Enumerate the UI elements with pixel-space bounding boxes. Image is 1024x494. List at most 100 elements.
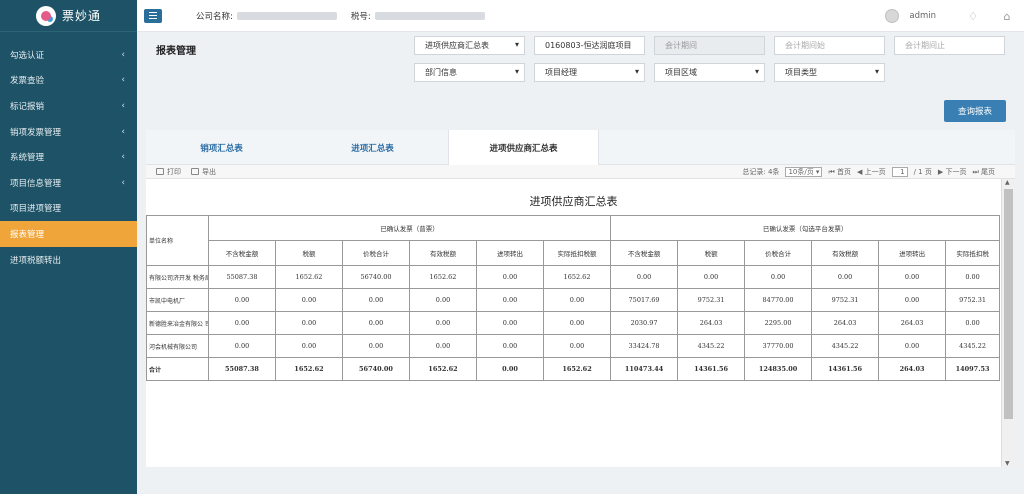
value-cell: 0.00: [476, 288, 544, 312]
report-table: 单位名称 已确认发票（普票） 已确认发票（勾选平台发票） 不含税金额 税额 价税合计…: [146, 215, 1001, 381]
value-cell: 37770.00: [744, 334, 813, 358]
group-header-platform: 已确认发票（勾选平台发票）: [610, 215, 1001, 241]
report-view: 进项供应商汇总表 单位名称 已确认发票（普票） 已确认发票（勾选平台发票） 不含…: [146, 179, 1001, 467]
dept-select[interactable]: 部门信息: [414, 63, 525, 82]
value-cell: 0.00: [208, 288, 276, 312]
report-type-select[interactable]: 进项供应商汇总表: [414, 36, 525, 55]
sidebar-item[interactable]: 销项发票管理 ‹: [0, 119, 137, 145]
value-cell: 0.00: [878, 288, 947, 312]
topbar: 公司名称: 税号: admin ♢ ⌂: [137, 0, 1024, 32]
value-cell: 1652.62: [409, 265, 477, 289]
scroll-up-icon[interactable]: ▲: [1005, 179, 1010, 186]
table-row: 河会机械有限公司 0.00 0.00 0.00 0.00 0.00 0.00 33424.78…: [146, 334, 1001, 358]
prev-page-button[interactable]: ◀ 上一页: [857, 167, 886, 177]
sidebar-item[interactable]: 发票查验 ‹: [0, 68, 137, 94]
page-size-select[interactable]: 10条/页 ▾: [785, 167, 823, 177]
sidebar: 票妙通 勾选认证 ‹ 发票查验 ‹ 标记报销 ‹ 销项发票管理 ‹ 系统管理 ‹ 项目信息管理 ‹ 项目…: [0, 0, 137, 494]
column-header: 税额: [275, 240, 343, 266]
value-cell: 4345.22: [677, 334, 746, 358]
next-page-button[interactable]: ▶ 下一页: [938, 167, 967, 177]
unit-name-cell: 合计: [146, 357, 209, 381]
column-header: 价税合计: [342, 240, 410, 266]
chevron-left-icon: ‹: [121, 152, 125, 163]
report-tabs: 销项汇总表 进项汇总表 进项供应商汇总表: [146, 130, 1015, 166]
export-button[interactable]: 导出: [191, 167, 216, 177]
sidebar-item-label: 勾选认证: [10, 50, 45, 61]
query-report-button[interactable]: 查询报表: [944, 100, 1006, 122]
value-cell: 1652.62: [542, 357, 612, 381]
manager-select[interactable]: 项目经理: [534, 63, 645, 82]
value-cell: 14361.56: [677, 357, 746, 381]
value-cell: 14097.53: [945, 357, 1001, 381]
total-records: 总记录: 4条: [742, 168, 780, 176]
sidebar-item[interactable]: 标记报销 ‹: [0, 93, 137, 119]
report-tab[interactable]: 进项供应商汇总表: [448, 130, 599, 166]
chevron-left-icon: ‹: [121, 126, 125, 137]
value-cell: 9752.31: [811, 288, 880, 312]
logo-icon: [36, 5, 56, 26]
table-row: 有限公司济开发 税务局（9）55087.381652.6256740.00165…: [146, 265, 1001, 289]
value-cell: 264.03: [677, 311, 746, 335]
sidebar-item[interactable]: 系统管理 ‹: [0, 144, 137, 170]
value-cell: 0.00: [476, 334, 544, 358]
value-cell: 33424.78: [610, 334, 679, 358]
chevron-left-icon: ‹: [121, 100, 125, 111]
value-cell: 124835.00: [744, 357, 813, 381]
report-tab[interactable]: 进项汇总表: [297, 130, 448, 165]
value-cell: 9752.31: [945, 288, 1001, 312]
value-cell: 0.00: [945, 311, 1001, 335]
value-cell: 0.00: [542, 311, 612, 335]
username[interactable]: admin: [909, 11, 936, 21]
sidebar-item[interactable]: 项目进项管理: [0, 196, 137, 222]
project-input[interactable]: 0160803-恒达润庭项目: [534, 36, 645, 55]
sidebar-item[interactable]: 项目信息管理 ‹: [0, 170, 137, 196]
period-end-input[interactable]: 会计期间止: [894, 36, 1005, 55]
report-toolbar: 打印 导出 总记录: 4条 10条/页 ▾ ⏮ 首页 ◀ 上一页 1 / 1 页…: [146, 165, 1015, 179]
value-cell: 0.00: [342, 288, 410, 312]
last-page-button[interactable]: ⏭ 尾页: [972, 167, 995, 177]
logo: 票妙通: [0, 0, 137, 32]
home-icon[interactable]: ⌂: [1000, 9, 1014, 23]
pager: 总记录: 4条 10条/页 ▾ ⏮ 首页 ◀ 上一页 1 / 1 页 ▶ 下一页…: [742, 165, 995, 179]
print-button[interactable]: 打印: [156, 167, 181, 177]
value-cell: 0.00: [811, 265, 880, 289]
column-header: 价税合计: [744, 240, 813, 266]
page-number-input[interactable]: 1: [891, 167, 908, 177]
company-label: 公司名称:: [196, 11, 233, 22]
sidebar-item[interactable]: 进项税额转出: [0, 247, 137, 273]
menu-toggle-button[interactable]: [144, 8, 162, 23]
unit-name-cell: 河会机械有限公司: [146, 334, 209, 358]
project-type-select[interactable]: 项目类型: [774, 63, 885, 82]
sidebar-nav: 勾选认证 ‹ 发票查验 ‹ 标记报销 ‹ 销项发票管理 ‹ 系统管理 ‹ 项目信息管理 ‹ 项目进项管理…: [0, 42, 137, 272]
value-cell: 2030.97: [610, 311, 679, 335]
bell-icon[interactable]: ♢: [966, 9, 980, 23]
value-cell: 1652.62: [275, 357, 343, 381]
value-cell: 0.00: [476, 265, 544, 289]
scroll-thumb[interactable]: [1004, 189, 1013, 419]
sidebar-item-label: 报表管理: [10, 229, 45, 240]
unit-name-header: 单位名称: [146, 215, 209, 266]
value-cell: 0.00: [275, 311, 343, 335]
value-cell: 264.03: [878, 311, 947, 335]
value-cell: 1652.62: [275, 265, 343, 289]
value-cell: 0.00: [610, 265, 679, 289]
avatar[interactable]: [885, 9, 900, 23]
report-tab[interactable]: 销项汇总表: [146, 130, 297, 165]
region-select[interactable]: 项目区域: [654, 63, 765, 82]
value-cell: 0.00: [275, 288, 343, 312]
value-cell: 9752.31: [677, 288, 746, 312]
value-cell: 0.00: [409, 311, 477, 335]
sidebar-item[interactable]: 勾选认证 ‹: [0, 42, 137, 68]
scroll-down-icon[interactable]: ▼: [1005, 460, 1010, 467]
company-name-redacted: [236, 11, 337, 20]
value-cell: 0.00: [677, 265, 746, 289]
value-cell: 0.00: [542, 334, 612, 358]
value-cell: 55087.38: [208, 265, 276, 289]
report-scrollbar[interactable]: ▲ ▼: [1001, 179, 1015, 467]
sidebar-item[interactable]: 报表管理: [0, 221, 137, 247]
value-cell: 0.00: [542, 288, 612, 312]
first-page-button[interactable]: ⏮ 首页: [828, 167, 851, 177]
column-header: 不含税金额: [610, 240, 679, 266]
column-header: 税额: [677, 240, 746, 266]
period-start-input[interactable]: 会计期间始: [774, 36, 885, 55]
